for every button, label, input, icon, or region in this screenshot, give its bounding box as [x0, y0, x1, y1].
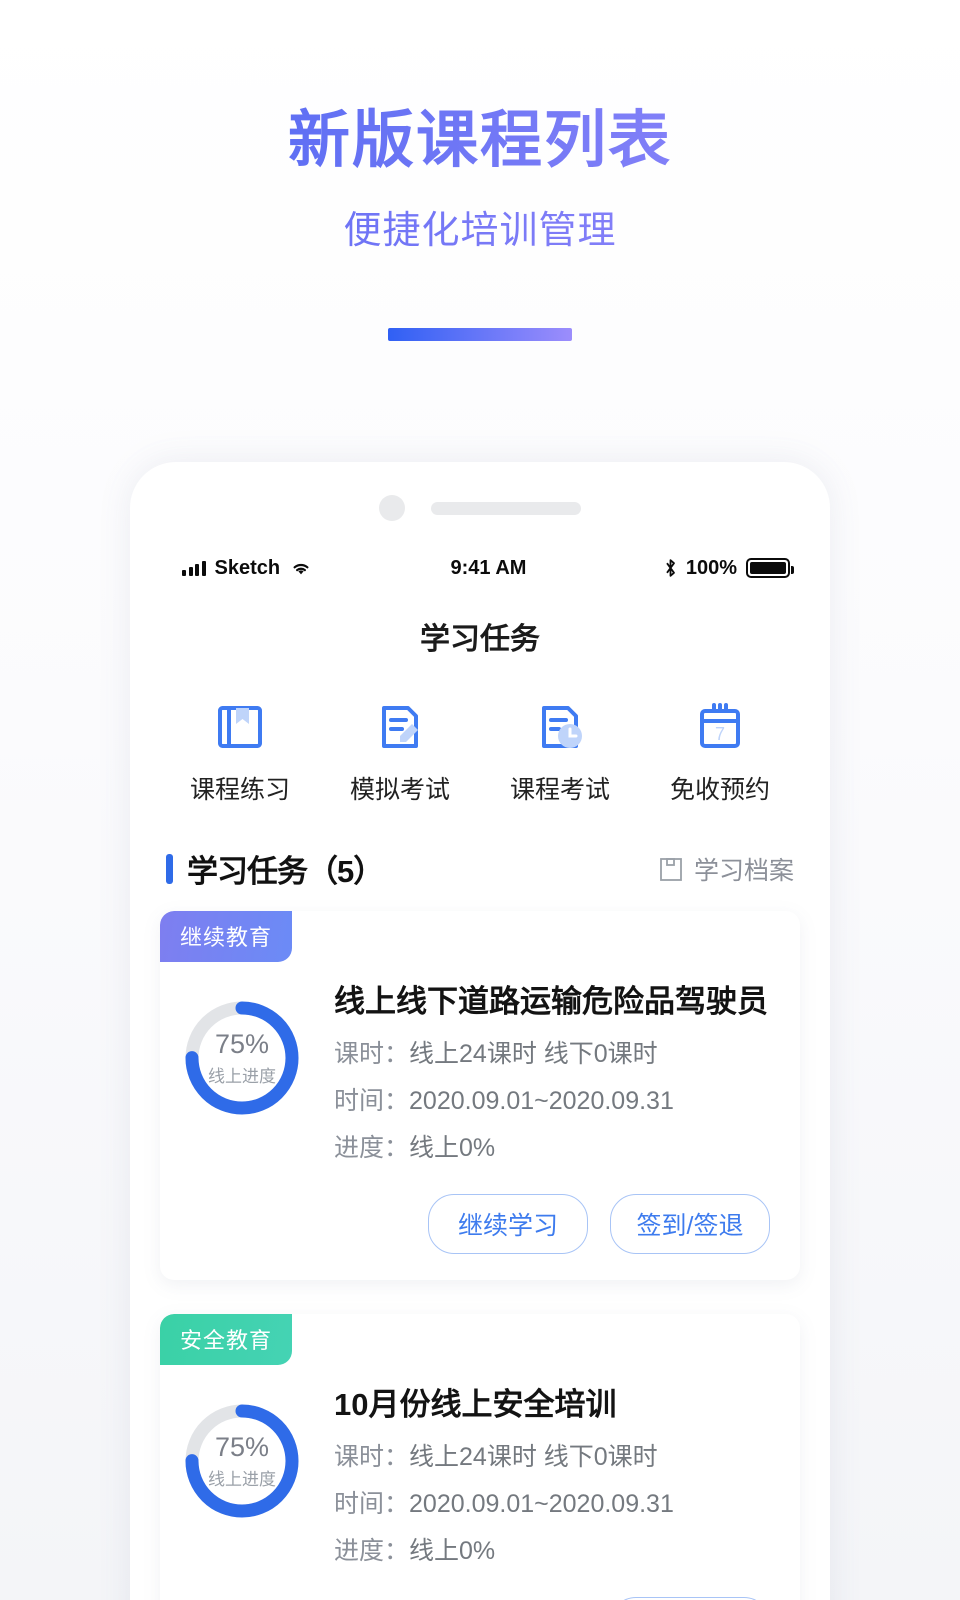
continue-study-button[interactable]: 继续学习 [428, 1193, 588, 1254]
course-list: 继续教育 75% 线上进度 线上线下道路运输危险品驾驶员 课时：线上24课时 线… [130, 891, 830, 1600]
card-actions: 开始学习 [160, 1567, 800, 1600]
course-card[interactable]: 继续教育 75% 线上进度 线上线下道路运输危险品驾驶员 课时：线上24课时 线… [160, 911, 800, 1280]
signal-bars-icon [182, 560, 206, 576]
section-title: 学习任务（5） [187, 854, 384, 889]
archive-label: 学习档案 [693, 856, 794, 885]
status-bar: Sketch 9:41 AM 100% [130, 538, 830, 586]
wifi-icon [293, 563, 309, 575]
speaker-grille [431, 501, 581, 515]
document-pencil-icon [334, 696, 466, 756]
sign-in-out-button[interactable]: 签到/签退 [610, 1193, 770, 1254]
course-title: 线上线下道路运输危险品驾驶员 [334, 984, 768, 1019]
progress-value: 线上0% [409, 1536, 496, 1565]
camera-icon [379, 495, 405, 521]
course-info: 线上线下道路运输危险品驾驶员 课时：线上24课时 线下0课时 时间：2020.0… [334, 978, 774, 1164]
calendar-day-number: 7 [715, 724, 725, 744]
quick-action-label: 课程考试 [509, 776, 610, 804]
clock-label: 9:41 AM [450, 556, 527, 579]
quick-action-label: 免收预约 [669, 776, 770, 804]
progress-caption: 线上进度 [208, 1067, 276, 1086]
archive-link[interactable]: 学习档案 [659, 851, 794, 887]
quick-action-free-booking[interactable]: 7 免收预约 [654, 696, 786, 806]
hours-label: 课时： [334, 1442, 410, 1471]
quick-action-course-practice[interactable]: 课程练习 [174, 696, 306, 806]
hours-value: 线上24课时 线下0课时 [409, 1442, 658, 1471]
promo-page: 新版课程列表 便捷化培训管理 Sketch 9:41 AM 100% 学习任务 … [0, 0, 960, 1600]
card-actions: 继续学习 签到/签退 [160, 1164, 800, 1254]
progress-ring: 75% 线上进度 [180, 996, 304, 1120]
course-info: 10月份线上安全培训 课时：线上24课时 线下0课时 时间：2020.09.01… [334, 1381, 774, 1567]
progress-ring: 75% 线上进度 [180, 1399, 304, 1523]
progress-caption: 线上进度 [208, 1469, 276, 1489]
quick-action-mock-exam[interactable]: 模拟考试 [334, 696, 466, 806]
course-card[interactable]: 安全教育 75% 线上进度 10月份线上安全培训 课时：线上24课时 线下0课时… [160, 1313, 800, 1600]
accent-divider [388, 328, 572, 342]
bluetooth-icon [666, 559, 675, 577]
course-progress-row: 进度：线上0% [334, 1128, 774, 1164]
page-title: 新版课程列表 [0, 104, 960, 177]
period-label: 时间： [334, 1489, 410, 1518]
quick-action-label: 模拟考试 [349, 776, 450, 804]
status-badge: 安全教育 [160, 1313, 293, 1365]
course-progress-row: 进度：线上0% [334, 1531, 774, 1567]
section-header: 学习任务（5） 学习档案 [130, 806, 830, 891]
status-badge: 继续教育 [160, 911, 293, 962]
carrier-label: Sketch [214, 556, 281, 579]
archive-box-icon [660, 857, 682, 881]
progress-label: 进度： [334, 1133, 410, 1162]
progress-percent: 75% [214, 1431, 270, 1462]
phone-notch [130, 462, 830, 538]
quick-action-label: 课程练习 [189, 776, 290, 804]
section-accent-bar [166, 853, 173, 884]
period-label: 时间： [334, 1086, 410, 1115]
course-hours-row: 课时：线上24课时 线下0课时 [334, 1034, 774, 1070]
hours-value: 线上24课时 线下0课时 [409, 1039, 658, 1068]
promo-header: 新版课程列表 便捷化培训管理 [0, 0, 960, 342]
phone-mockup: Sketch 9:41 AM 100% 学习任务 课程练习 模拟考试 课程考试 … [130, 462, 830, 1600]
page-subtitle: 便捷化培训管理 [0, 199, 960, 254]
section-title-group: 学习任务（5） [166, 846, 384, 891]
progress-value: 线上0% [409, 1133, 496, 1162]
progress-label: 进度： [334, 1536, 410, 1565]
course-period-row: 时间：2020.09.01~2020.09.31 [334, 1081, 774, 1117]
progress-percent: 75% [214, 1029, 270, 1059]
progress-ring-wrap: 75% 线上进度 [180, 978, 312, 1164]
book-icon [174, 696, 306, 756]
quick-action-course-exam[interactable]: 课程考试 [494, 696, 626, 806]
progress-ring-wrap: 75% 线上进度 [180, 1381, 312, 1567]
period-value: 2020.09.01~2020.09.31 [409, 1489, 674, 1518]
period-value: 2020.09.01~2020.09.31 [409, 1086, 674, 1115]
battery-percent-label: 100% [685, 556, 737, 579]
course-title: 10月份线上安全培训 [334, 1386, 617, 1422]
screen-title: 学习任务 [420, 623, 540, 656]
quick-actions-row: 课程练习 模拟考试 课程考试 7 免收预约 [130, 658, 830, 806]
course-period-row: 时间：2020.09.01~2020.09.31 [334, 1484, 774, 1520]
hours-label: 课时： [334, 1039, 410, 1068]
calendar-icon: 7 [654, 696, 786, 756]
battery-full-icon [745, 558, 794, 578]
document-clock-icon [494, 696, 626, 756]
course-hours-row: 课时：线上24课时 线下0课时 [334, 1437, 774, 1473]
